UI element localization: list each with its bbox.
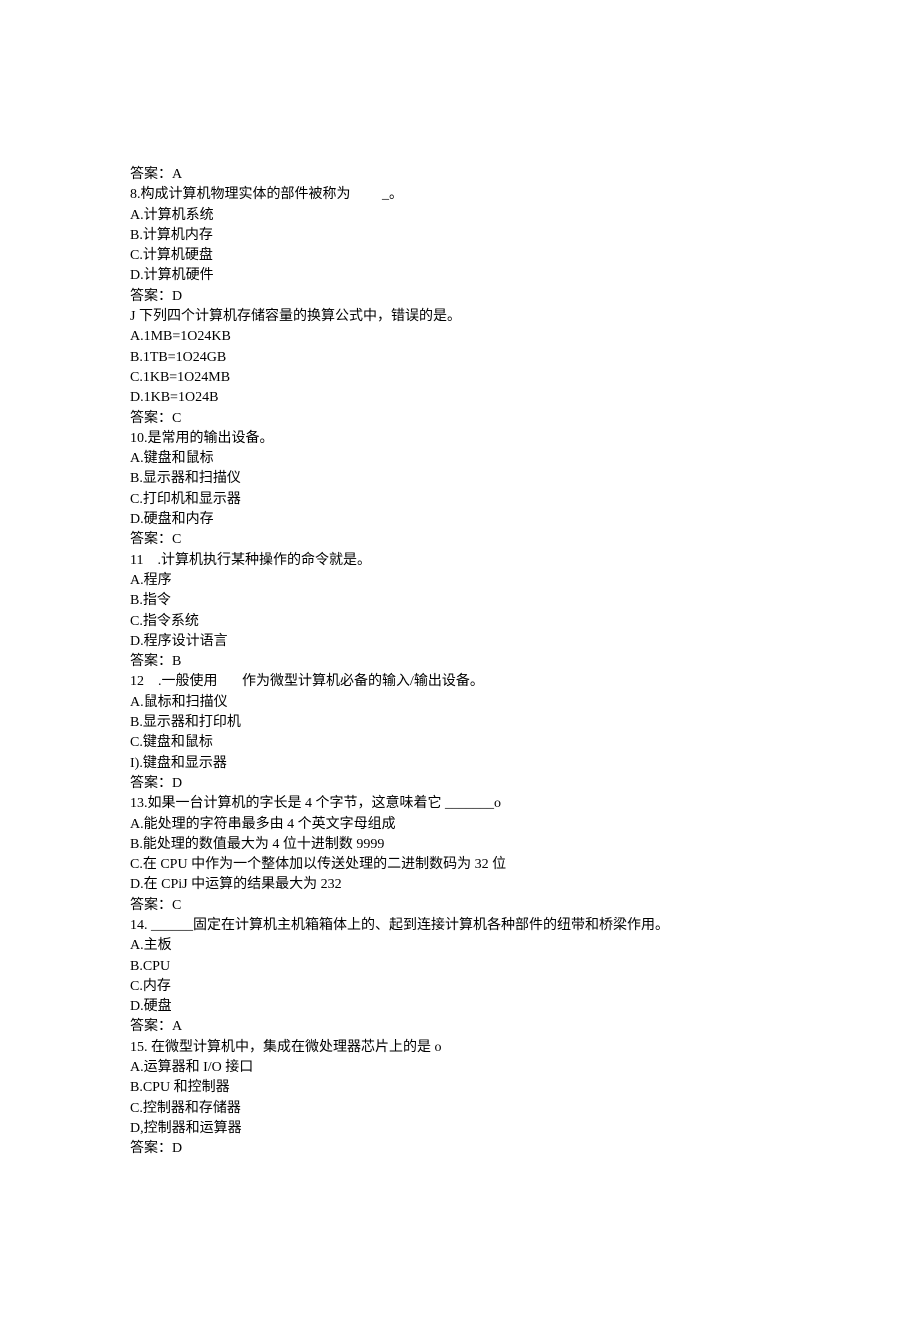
text-line: 答案：C xyxy=(130,530,790,550)
text-line: I).键盘和显示器 xyxy=(130,754,790,774)
text-line: B.CPU xyxy=(130,957,790,977)
text-line: B.CPU 和控制器 xyxy=(130,1078,790,1098)
text-line: 答案：A xyxy=(130,1017,790,1037)
text-line: B.1TB=1O24GB xyxy=(130,348,790,368)
text-line: D.硬盘 xyxy=(130,997,790,1017)
text-line: A.键盘和鼠标 xyxy=(130,449,790,469)
text-line: 答案：C xyxy=(130,409,790,429)
text-line: 答案：C xyxy=(130,896,790,916)
text-line: A.程序 xyxy=(130,571,790,591)
text-line: J 下列四个计算机存储容量的换算公式中，错误的是。 xyxy=(130,307,790,327)
text-line: A.鼠标和扫描仪 xyxy=(130,693,790,713)
text-line: C.控制器和存储器 xyxy=(130,1099,790,1119)
text-line: 8.构成计算机物理实体的部件被称为 _。 xyxy=(130,185,790,205)
text-line: 10.是常用的输出设备。 xyxy=(130,429,790,449)
text-line: A.主板 xyxy=(130,936,790,956)
text-line: B.指令 xyxy=(130,591,790,611)
text-line: C.计算机硬盘 xyxy=(130,246,790,266)
text-line: C.内存 xyxy=(130,977,790,997)
document-page: 答案：A 8.构成计算机物理实体的部件被称为 _。 A.计算机系统 B.计算机内… xyxy=(0,0,920,1325)
text-line: B.显示器和扫描仪 xyxy=(130,469,790,489)
text-line: C.键盘和鼠标 xyxy=(130,733,790,753)
text-line: B.能处理的数值最大为 4 位十进制数 9999 xyxy=(130,835,790,855)
text-line: C.打印机和显示器 xyxy=(130,490,790,510)
text-line: 答案：D xyxy=(130,1139,790,1159)
text-line: D.程序设计语言 xyxy=(130,632,790,652)
text-line: 13.如果一台计算机的字长是 4 个字节，这意味着它 _______o xyxy=(130,794,790,814)
text-line: B.计算机内存 xyxy=(130,226,790,246)
text-line: D,控制器和运算器 xyxy=(130,1119,790,1139)
text-line: C.指令系统 xyxy=(130,612,790,632)
text-line: D.计算机硬件 xyxy=(130,266,790,286)
text-line: 12 .一般使用 作为微型计算机必备的输入/输出设备。 xyxy=(130,672,790,692)
text-line: 15. 在微型计算机中，集成在微处理器芯片上的是 o xyxy=(130,1038,790,1058)
text-line: D.在 CPiJ 中运算的结果最大为 232 xyxy=(130,875,790,895)
text-line: 答案：B xyxy=(130,652,790,672)
text-line: 答案：D xyxy=(130,774,790,794)
text-line: D.硬盘和内存 xyxy=(130,510,790,530)
text-line: 答案：A xyxy=(130,165,790,185)
text-line: A.运算器和 I/O 接口 xyxy=(130,1058,790,1078)
text-line: 14. ______固定在计算机主机箱箱体上的、起到连接计算机各种部件的纽带和桥… xyxy=(130,916,790,936)
text-line: A.能处理的字符串最多由 4 个英文字母组成 xyxy=(130,815,790,835)
text-line: 11 .计算机执行某种操作的命令就是。 xyxy=(130,551,790,571)
text-line: C.1KB=1O24MB xyxy=(130,368,790,388)
text-line: D.1KB=1O24B xyxy=(130,388,790,408)
text-line: A.计算机系统 xyxy=(130,206,790,226)
text-line: 答案：D xyxy=(130,287,790,307)
text-line: A.1MB=1O24KB xyxy=(130,327,790,347)
text-line: B.显示器和打印机 xyxy=(130,713,790,733)
text-line: C.在 CPU 中作为一个整体加以传送处理的二进制数码为 32 位 xyxy=(130,855,790,875)
